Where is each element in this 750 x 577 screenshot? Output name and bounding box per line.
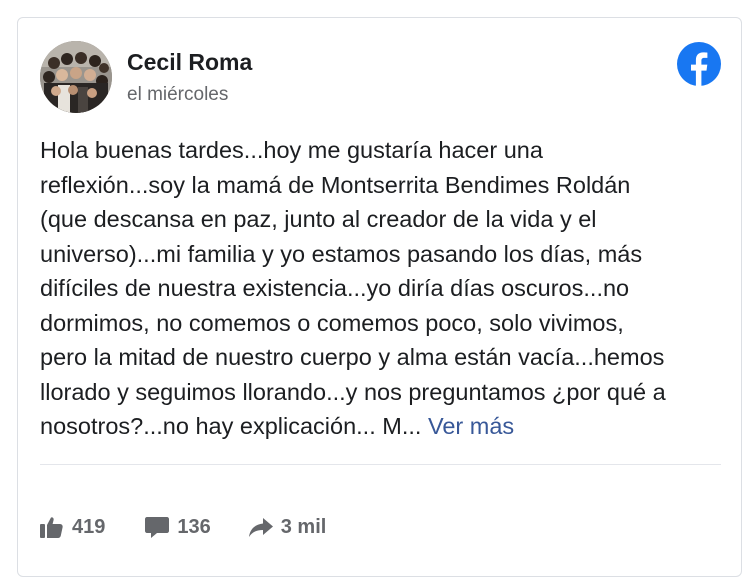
post-card: Cecil Roma el miércoles Hola buenas tard… bbox=[17, 17, 742, 577]
author-avatar[interactable] bbox=[40, 41, 112, 113]
like-count-button[interactable]: 419 bbox=[40, 516, 105, 539]
comment-count-button[interactable]: 136 bbox=[145, 515, 211, 539]
post-line: nosotros?...no hay explicación... M... bbox=[40, 413, 422, 439]
comment-count: 136 bbox=[177, 515, 211, 538]
engagement-stats: 419 136 3 mil bbox=[40, 512, 326, 542]
facebook-logo-icon bbox=[677, 42, 721, 86]
post-line: pero la mitad de nuestro cuerpo y alma e… bbox=[40, 344, 665, 370]
post-timestamp[interactable]: el miércoles bbox=[127, 84, 228, 106]
share-arrow-icon bbox=[248, 518, 273, 537]
share-count: 3 mil bbox=[280, 515, 327, 538]
post-line-last: nosotros?...no hay explicación... M... V… bbox=[40, 409, 730, 444]
post-line: Hola buenas tardes...hoy me gustaría hac… bbox=[40, 137, 543, 163]
author-name[interactable]: Cecil Roma bbox=[127, 49, 252, 76]
share-count-button[interactable]: 3 mil bbox=[248, 515, 327, 539]
post-line: (que descansa en paz, junto al creador d… bbox=[40, 206, 597, 232]
post-line: difíciles de nuestra existencia...yo dir… bbox=[40, 275, 630, 301]
post-body: Hola buenas tardes...hoy me gustaría hac… bbox=[40, 133, 730, 444]
thumbs-up-icon bbox=[40, 517, 63, 538]
post-line: universo)...mi familia y yo estamos pasa… bbox=[40, 240, 643, 267]
divider bbox=[40, 464, 721, 465]
post-line: dormimos, no comemos o comemos poco, sol… bbox=[40, 309, 624, 336]
like-count: 419 bbox=[72, 515, 106, 538]
post-line: llorado y seguimos llorando...y nos preg… bbox=[40, 378, 666, 405]
post-line: reflexión...soy la mamá de Montserrita B… bbox=[40, 171, 631, 198]
comment-bubble-icon bbox=[145, 517, 170, 538]
see-more-link[interactable]: Ver más bbox=[428, 413, 514, 439]
